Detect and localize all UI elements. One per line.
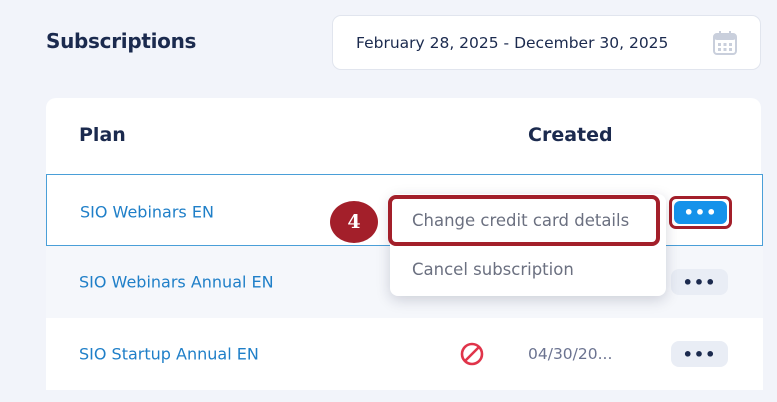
calendar-icon[interactable] bbox=[712, 30, 738, 56]
more-actions-button[interactable]: ••• bbox=[671, 269, 728, 295]
created-date: 04/30/20... bbox=[528, 345, 613, 363]
menu-item-change-credit-card[interactable]: Change credit card details bbox=[412, 211, 629, 230]
more-actions-button[interactable]: ••• bbox=[671, 341, 728, 367]
table-row[interactable]: SIO Startup Annual EN 04/30/20... ••• bbox=[46, 318, 763, 390]
column-header-plan[interactable]: Plan bbox=[79, 124, 126, 146]
menu-item-cancel-subscription[interactable]: Cancel subscription bbox=[412, 260, 574, 279]
plan-link[interactable]: SIO Startup Annual EN bbox=[79, 345, 259, 364]
date-range-value: February 28, 2025 - December 30, 2025 bbox=[356, 33, 669, 52]
column-header-created[interactable]: Created bbox=[528, 124, 613, 146]
step-number-badge: 4 bbox=[330, 201, 378, 243]
date-range-picker[interactable]: February 28, 2025 - December 30, 2025 bbox=[332, 15, 761, 70]
row-actions-menu: Change credit card details Cancel subscr… bbox=[388, 194, 666, 296]
more-actions-button[interactable]: ••• bbox=[674, 201, 727, 224]
plan-link[interactable]: SIO Webinars EN bbox=[80, 203, 214, 222]
row-actions-highlight: ••• bbox=[669, 196, 732, 229]
cancelled-icon bbox=[460, 342, 484, 366]
page-title: Subscriptions bbox=[46, 29, 197, 53]
plan-link[interactable]: SIO Webinars Annual EN bbox=[79, 273, 274, 292]
